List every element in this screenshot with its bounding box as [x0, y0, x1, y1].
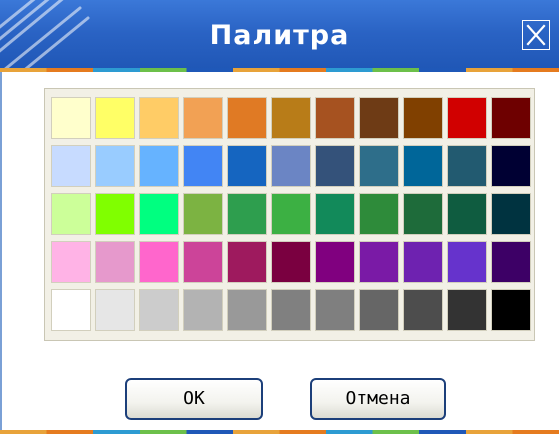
color-swatch[interactable]	[447, 193, 487, 235]
color-swatch[interactable]	[183, 97, 223, 139]
ok-button[interactable]: OK	[125, 378, 263, 420]
color-swatch[interactable]	[359, 97, 399, 139]
bottom-color-strip	[0, 430, 559, 434]
color-swatch[interactable]	[403, 241, 443, 283]
color-swatch[interactable]	[227, 193, 267, 235]
color-swatch[interactable]	[227, 289, 267, 331]
color-swatch[interactable]	[51, 97, 91, 139]
color-swatch[interactable]	[51, 241, 91, 283]
color-swatch[interactable]	[95, 193, 135, 235]
color-swatch[interactable]	[139, 97, 179, 139]
color-swatch[interactable]	[403, 145, 443, 187]
color-swatch[interactable]	[95, 97, 135, 139]
color-swatch[interactable]	[447, 289, 487, 331]
color-swatch[interactable]	[139, 289, 179, 331]
color-swatch[interactable]	[139, 193, 179, 235]
color-swatch[interactable]	[315, 289, 355, 331]
color-swatch[interactable]	[95, 241, 135, 283]
color-swatch[interactable]	[315, 97, 355, 139]
color-swatch[interactable]	[271, 97, 311, 139]
color-swatch[interactable]	[139, 145, 179, 187]
close-icon	[526, 24, 546, 46]
color-swatch[interactable]	[491, 241, 531, 283]
color-swatch[interactable]	[95, 145, 135, 187]
color-swatch[interactable]	[139, 241, 179, 283]
color-swatch[interactable]	[315, 145, 355, 187]
color-swatch[interactable]	[183, 241, 223, 283]
color-swatch[interactable]	[491, 145, 531, 187]
color-swatch[interactable]	[271, 241, 311, 283]
palette-frame	[44, 88, 535, 341]
close-button[interactable]	[522, 20, 550, 50]
color-swatch[interactable]	[51, 193, 91, 235]
color-swatch[interactable]	[491, 97, 531, 139]
color-swatch[interactable]	[227, 145, 267, 187]
color-swatch[interactable]	[51, 289, 91, 331]
window-border	[0, 72, 2, 430]
cancel-button[interactable]: Отмена	[310, 378, 446, 420]
color-swatch[interactable]	[491, 289, 531, 331]
color-swatch[interactable]	[447, 97, 487, 139]
color-swatch[interactable]	[359, 145, 399, 187]
color-swatch[interactable]	[183, 145, 223, 187]
color-swatch[interactable]	[315, 241, 355, 283]
color-grid	[51, 97, 534, 331]
color-swatch[interactable]	[51, 145, 91, 187]
color-swatch[interactable]	[403, 97, 443, 139]
color-swatch[interactable]	[403, 193, 443, 235]
palette-dialog: Палитра OK Отмена	[0, 0, 559, 434]
color-swatch[interactable]	[403, 289, 443, 331]
color-swatch[interactable]	[359, 241, 399, 283]
color-swatch[interactable]	[95, 289, 135, 331]
color-swatch[interactable]	[183, 289, 223, 331]
color-swatch[interactable]	[315, 193, 355, 235]
title-bar: Палитра	[0, 0, 559, 72]
color-swatch[interactable]	[271, 289, 311, 331]
color-swatch[interactable]	[491, 193, 531, 235]
color-swatch[interactable]	[183, 193, 223, 235]
title-color-strip	[0, 68, 559, 72]
color-swatch[interactable]	[447, 241, 487, 283]
color-swatch[interactable]	[271, 145, 311, 187]
color-swatch[interactable]	[227, 241, 267, 283]
color-swatch[interactable]	[359, 289, 399, 331]
dialog-title: Палитра	[209, 20, 350, 51]
color-swatch[interactable]	[271, 193, 311, 235]
color-swatch[interactable]	[359, 193, 399, 235]
color-swatch[interactable]	[227, 97, 267, 139]
color-swatch[interactable]	[447, 145, 487, 187]
